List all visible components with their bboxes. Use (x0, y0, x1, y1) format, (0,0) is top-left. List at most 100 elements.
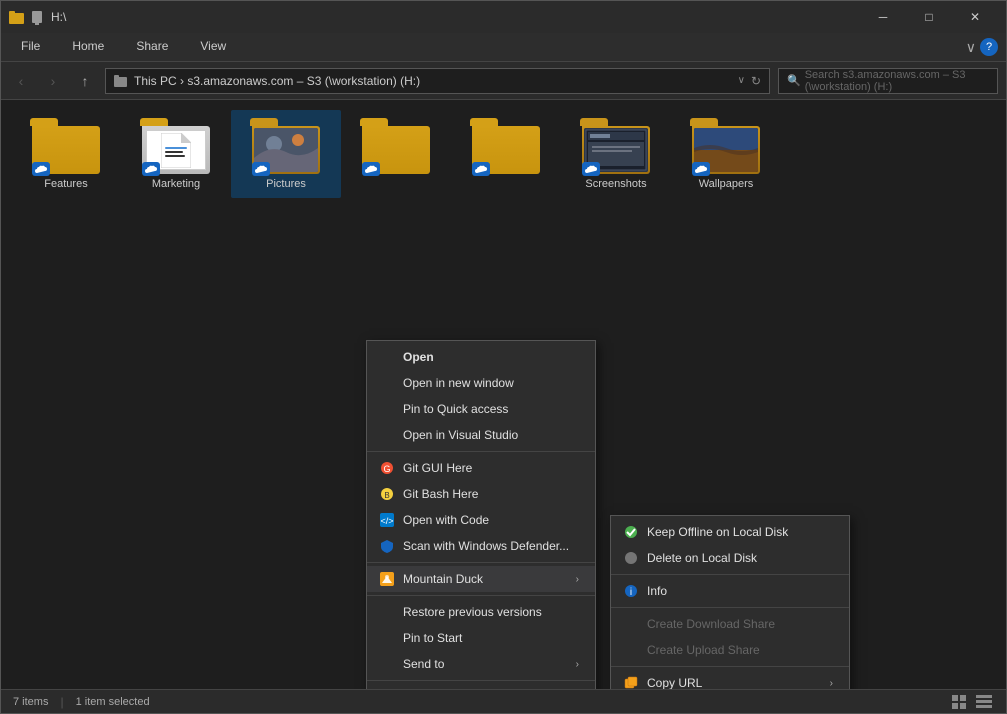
ctx-sep-3 (367, 595, 595, 596)
copy-url-arrow: › (830, 678, 833, 689)
cloud-badge-empty1 (362, 162, 380, 176)
sub-copy-url-label: Copy URL (647, 676, 702, 689)
ribbon-tab-home[interactable]: Home (56, 33, 120, 61)
ctx-pin-start[interactable]: Pin to Start (367, 625, 595, 651)
cloud-badge-screenshots (582, 162, 600, 176)
ribbon-tabs-row: File Home Share View ∨ ? (1, 33, 1006, 61)
folder-icon-sm (9, 9, 25, 25)
folder-icon-screenshots (580, 118, 652, 174)
files-grid: Features Marketing (1, 100, 1006, 208)
download-share-icon (623, 616, 639, 632)
file-item-empty2[interactable] (451, 110, 561, 186)
ctx-defender[interactable]: Scan with Windows Defender... (367, 533, 595, 559)
submenu-mountain-duck: Keep Offline on Local Disk Delete on Loc… (610, 515, 850, 689)
file-item-wallpapers[interactable]: Wallpapers (671, 110, 781, 198)
ctx-restore-label: Restore previous versions (403, 605, 542, 619)
ctx-pin-quick[interactable]: Pin to Quick access (367, 396, 595, 422)
sub-sep-2 (611, 607, 849, 608)
file-item-features[interactable]: Features (11, 110, 121, 198)
ctx-open-new-window-label: Open in new window (403, 376, 514, 390)
ctx-cut[interactable]: Cut (367, 684, 595, 689)
vs-icon (379, 427, 395, 443)
back-button[interactable]: ‹ (9, 69, 33, 93)
copy-url-icon (623, 675, 639, 689)
ctx-restore[interactable]: Restore previous versions (367, 599, 595, 625)
large-icons-view-button[interactable] (950, 692, 970, 712)
ribbon-tab-share[interactable]: Share (120, 33, 184, 61)
cloud-badge-features (32, 162, 50, 176)
minimize-button[interactable]: ─ (860, 1, 906, 33)
ctx-git-gui-label: Git GUI Here (403, 461, 472, 475)
window-controls: ─ □ ✕ (860, 1, 998, 33)
ctx-git-bash[interactable]: B Git Bash Here (367, 481, 595, 507)
ctx-pin-quick-label: Pin to Quick access (403, 402, 508, 416)
ribbon-tab-file[interactable]: File (5, 33, 56, 61)
ctx-open-new-window[interactable]: Open in new window (367, 370, 595, 396)
file-label-screenshots: Screenshots (585, 178, 646, 190)
ribbon-tab-view[interactable]: View (184, 33, 242, 61)
folder-icon-empty2 (470, 118, 542, 174)
vscode-icon: </> (379, 512, 395, 528)
mountain-duck-arrow: › (576, 574, 579, 585)
ribbon-chevron[interactable]: ∨ (966, 39, 976, 56)
sub-info[interactable]: i Info (611, 578, 849, 604)
ctx-open-vs[interactable]: Open in Visual Studio (367, 422, 595, 448)
ctx-git-gui[interactable]: G Git GUI Here (367, 455, 595, 481)
svg-text:</>: </> (380, 516, 393, 526)
close-button[interactable]: ✕ (952, 1, 998, 33)
cloud-badge-empty2 (472, 162, 490, 176)
help-button[interactable]: ? (980, 38, 998, 56)
folder-icon-wallpapers (690, 118, 762, 174)
ctx-sep-4 (367, 680, 595, 681)
ctx-send-to-label: Send to (403, 657, 444, 671)
ctx-open-label: Open (403, 350, 434, 364)
up-button[interactable]: ↑ (73, 69, 97, 93)
explorer-window: H:\ ─ □ ✕ File Home Share View ∨ ? ‹ › ↑ (0, 0, 1007, 714)
git-gui-icon: G (379, 460, 395, 476)
folder-icon-empty1 (360, 118, 432, 174)
file-item-screenshots[interactable]: Screenshots (561, 110, 671, 198)
ctx-mountain-duck[interactable]: Mountain Duck › (367, 566, 595, 592)
statusbar: 7 items | 1 item selected (1, 689, 1006, 713)
ctx-open[interactable]: Open (367, 344, 595, 370)
forward-button[interactable]: › (41, 69, 65, 93)
cloud-badge-pictures (252, 162, 270, 176)
folder-address-icon (114, 74, 128, 88)
folder-icon-pictures (250, 118, 322, 174)
mountain-duck-icon (379, 571, 395, 587)
ctx-sep-1 (367, 451, 595, 452)
sub-create-upload-share-label: Create Upload Share (647, 643, 760, 657)
sub-create-upload-share: Create Upload Share (611, 637, 849, 663)
folder-icon-marketing (140, 118, 212, 174)
details-view-button[interactable] (974, 692, 994, 712)
ctx-open-code[interactable]: </> Open with Code (367, 507, 595, 533)
upload-share-icon (623, 642, 639, 658)
sub-delete-local[interactable]: Delete on Local Disk (611, 545, 849, 571)
content-area: Features Marketing (1, 100, 1006, 689)
search-box[interactable]: 🔍 Search s3.amazonaws.com – S3 (\worksta… (778, 68, 998, 94)
ctx-pin-start-label: Pin to Start (403, 631, 462, 645)
file-item-pictures[interactable]: Pictures (231, 110, 341, 198)
file-label-pictures: Pictures (266, 178, 306, 190)
sub-keep-offline[interactable]: Keep Offline on Local Disk (611, 519, 849, 545)
maximize-button[interactable]: □ (906, 1, 952, 33)
sub-sep-3 (611, 666, 849, 667)
context-menu: Open Open in new window Pin to Quick acc… (366, 340, 596, 689)
address-box[interactable]: This PC › s3.amazonaws.com – S3 (\workst… (105, 68, 770, 94)
cloud-badge-wallpapers (692, 162, 710, 176)
ctx-defender-label: Scan with Windows Defender... (403, 539, 569, 553)
refresh-button[interactable]: ↻ (751, 74, 761, 88)
svg-text:B: B (384, 491, 389, 500)
sub-copy-url[interactable]: Copy URL › (611, 670, 849, 689)
file-item-marketing[interactable]: Marketing (121, 110, 231, 198)
file-item-empty1[interactable] (341, 110, 451, 186)
address-chevron[interactable]: ∨ (738, 75, 745, 86)
circle-gray-icon (623, 550, 639, 566)
open-icon (379, 349, 395, 365)
sub-keep-offline-label: Keep Offline on Local Disk (647, 525, 788, 539)
ctx-git-bash-label: Git Bash Here (403, 487, 478, 501)
ctx-send-to[interactable]: Send to › (367, 651, 595, 677)
send-to-icon (379, 656, 395, 672)
ribbon: File Home Share View ∨ ? (1, 33, 1006, 62)
ctx-sep-2 (367, 562, 595, 563)
